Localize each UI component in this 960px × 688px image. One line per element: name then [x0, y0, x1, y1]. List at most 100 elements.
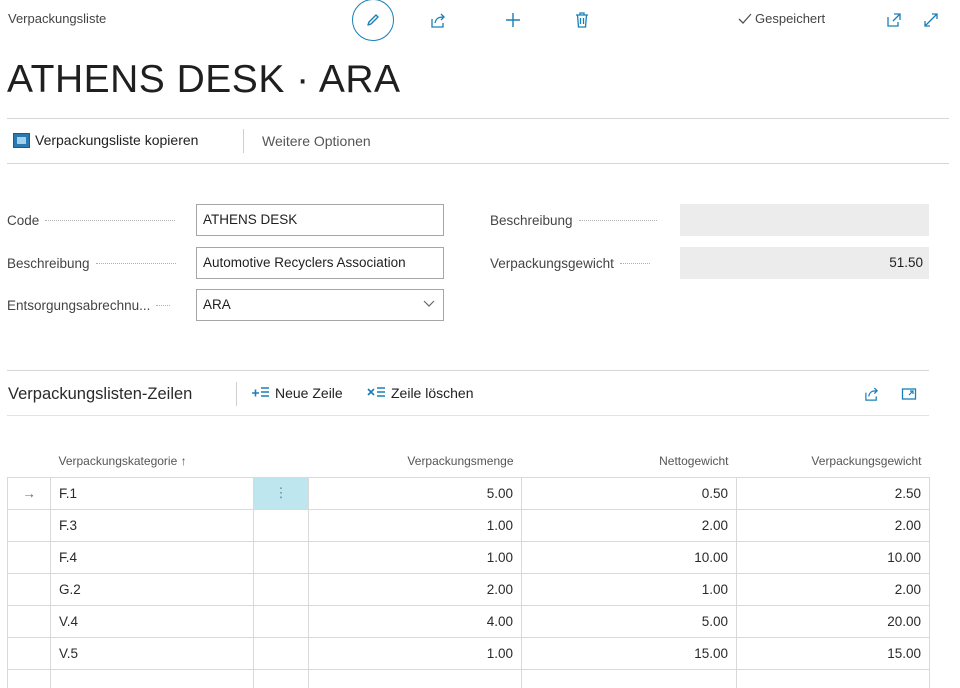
- right-description-field: [680, 204, 929, 236]
- delete-icon: [576, 12, 588, 28]
- page-title: ATHENS DESK · ARA: [7, 58, 401, 101]
- code-field[interactable]: ATHENS DESK: [196, 204, 444, 236]
- delete-button[interactable]: [566, 4, 598, 36]
- row-indicator: [7, 604, 51, 638]
- net-weight-cell: [521, 668, 737, 688]
- packaging-weight-cell: [736, 668, 930, 688]
- copy-packing-list-button[interactable]: Verpackungsliste kopieren: [13, 132, 198, 148]
- chevron-down-icon: [423, 297, 435, 312]
- description-field[interactable]: Automotive Recyclers Association: [196, 247, 444, 279]
- right-description-label: Beschreibung: [490, 213, 573, 228]
- delete-line-button[interactable]: Zeile löschen: [367, 385, 474, 401]
- row-menu-cell: [253, 572, 309, 606]
- expand-button[interactable]: [915, 4, 947, 36]
- category-cell[interactable]: F.1: [50, 476, 254, 510]
- row-menu-cell: [253, 636, 309, 670]
- description-label-row: Beschreibung: [7, 256, 176, 271]
- category-cell[interactable]: [50, 668, 254, 688]
- quantity-cell[interactable]: 1.00: [308, 636, 522, 670]
- weight-value: 51.50: [680, 247, 929, 279]
- column-header-net-weight[interactable]: Nettogewicht: [522, 445, 737, 477]
- table-row[interactable]: G.2 2.00 1.00 2.00: [7, 572, 930, 606]
- lines-share-button[interactable]: [862, 384, 882, 404]
- quantity-cell[interactable]: 1.00: [308, 540, 522, 574]
- copy-icon: [13, 132, 30, 148]
- popout-icon: [887, 13, 901, 27]
- edit-button[interactable]: [352, 0, 394, 41]
- share-icon: [430, 13, 445, 28]
- column-header-quantity[interactable]: Verpackungsmenge: [309, 445, 522, 477]
- table-row[interactable]: F.4 1.00 10.00 10.00: [7, 540, 930, 574]
- new-line-icon: [252, 387, 269, 397]
- right-description-label-row: Beschreibung: [490, 213, 657, 228]
- lines-table: Verpackungskategorie ↑ Verpackungsmenge …: [7, 445, 930, 688]
- billing-label-row: Entsorgungsabrechnu...: [7, 298, 171, 313]
- menu-header: [254, 445, 309, 477]
- row-menu-button[interactable]: ⋮: [253, 476, 309, 510]
- dots-leader: [156, 305, 171, 306]
- table-row[interactable]: V.4 4.00 5.00 20.00: [7, 604, 930, 638]
- row-indicator: [7, 572, 51, 606]
- packaging-weight-cell: 15.00: [736, 636, 930, 670]
- column-header-packaging-weight[interactable]: Verpackungsgewicht: [737, 445, 930, 477]
- row-menu-cell: [253, 668, 309, 688]
- quantity-cell[interactable]: [308, 668, 522, 688]
- table-row[interactable]: F.3 1.00 2.00 2.00: [7, 508, 930, 542]
- billing-select[interactable]: ARA: [196, 289, 444, 321]
- quantity-cell[interactable]: 1.00: [308, 508, 522, 542]
- table-row[interactable]: V.5 1.00 15.00 15.00: [7, 636, 930, 670]
- popout-button[interactable]: [878, 4, 910, 36]
- dots-leader: [578, 220, 657, 221]
- column-header-category[interactable]: Verpackungskategorie ↑: [51, 445, 254, 477]
- expand-icon: [924, 13, 938, 27]
- quantity-cell[interactable]: 5.00: [308, 476, 522, 510]
- quantity-cell[interactable]: 2.00: [308, 572, 522, 606]
- table-row[interactable]: [7, 668, 930, 688]
- net-weight-cell: 0.50: [521, 476, 737, 510]
- focus-mode-icon: [901, 388, 917, 400]
- row-indicator: →: [7, 476, 51, 510]
- net-weight-cell: 15.00: [521, 636, 737, 670]
- saved-label: Gespeichert: [755, 11, 826, 26]
- dots-leader: [95, 263, 176, 264]
- dots-leader: [619, 263, 650, 264]
- action-divider: [243, 129, 244, 153]
- delete-line-icon: [367, 387, 385, 397]
- category-cell[interactable]: V.5: [50, 636, 254, 670]
- add-icon: [506, 13, 520, 27]
- packaging-weight-cell: 2.00: [736, 508, 930, 542]
- packaging-weight-cell: 10.00: [736, 540, 930, 574]
- table-header-row: Verpackungskategorie ↑ Verpackungsmenge …: [8, 445, 930, 477]
- row-menu-cell: [253, 508, 309, 542]
- checkmark-icon: [738, 13, 752, 24]
- category-cell[interactable]: G.2: [50, 572, 254, 606]
- lines-title: Verpackungslisten-Zeilen: [8, 385, 193, 403]
- breadcrumb[interactable]: Verpackungsliste: [8, 11, 106, 26]
- category-cell[interactable]: V.4: [50, 604, 254, 638]
- lines-focus-button[interactable]: [899, 384, 919, 404]
- more-options-button[interactable]: Weitere Optionen: [262, 133, 371, 149]
- share-icon: [865, 387, 879, 401]
- row-indicator: [7, 668, 51, 688]
- packaging-weight-cell: 20.00: [736, 604, 930, 638]
- category-cell[interactable]: F.4: [50, 540, 254, 574]
- table-row[interactable]: → F.1 ⋮ 5.00 0.50 2.50: [7, 476, 930, 510]
- category-cell[interactable]: F.3: [50, 508, 254, 542]
- net-weight-cell: 2.00: [521, 508, 737, 542]
- add-button[interactable]: [497, 4, 529, 36]
- packaging-weight-cell: 2.00: [736, 572, 930, 606]
- saved-status: Gespeichert: [738, 11, 825, 26]
- share-button[interactable]: [422, 4, 454, 36]
- action-bar: Verpackungsliste kopieren Weitere Option…: [7, 118, 949, 164]
- new-line-button[interactable]: Neue Zeile: [251, 385, 343, 401]
- billing-label: Entsorgungsabrechnu...: [7, 298, 151, 313]
- quantity-cell[interactable]: 4.00: [308, 604, 522, 638]
- dots-leader: [45, 220, 176, 221]
- lines-divider: [236, 382, 237, 406]
- net-weight-cell: 5.00: [521, 604, 737, 638]
- net-weight-cell: 10.00: [521, 540, 737, 574]
- billing-selected-value: ARA: [203, 297, 231, 312]
- top-bar: Verpackungsliste Gespeichert: [0, 0, 960, 41]
- weight-label: Verpackungsgewicht: [490, 256, 614, 271]
- lines-header: Verpackungslisten-Zeilen Neue Zeile Zeil…: [7, 370, 929, 416]
